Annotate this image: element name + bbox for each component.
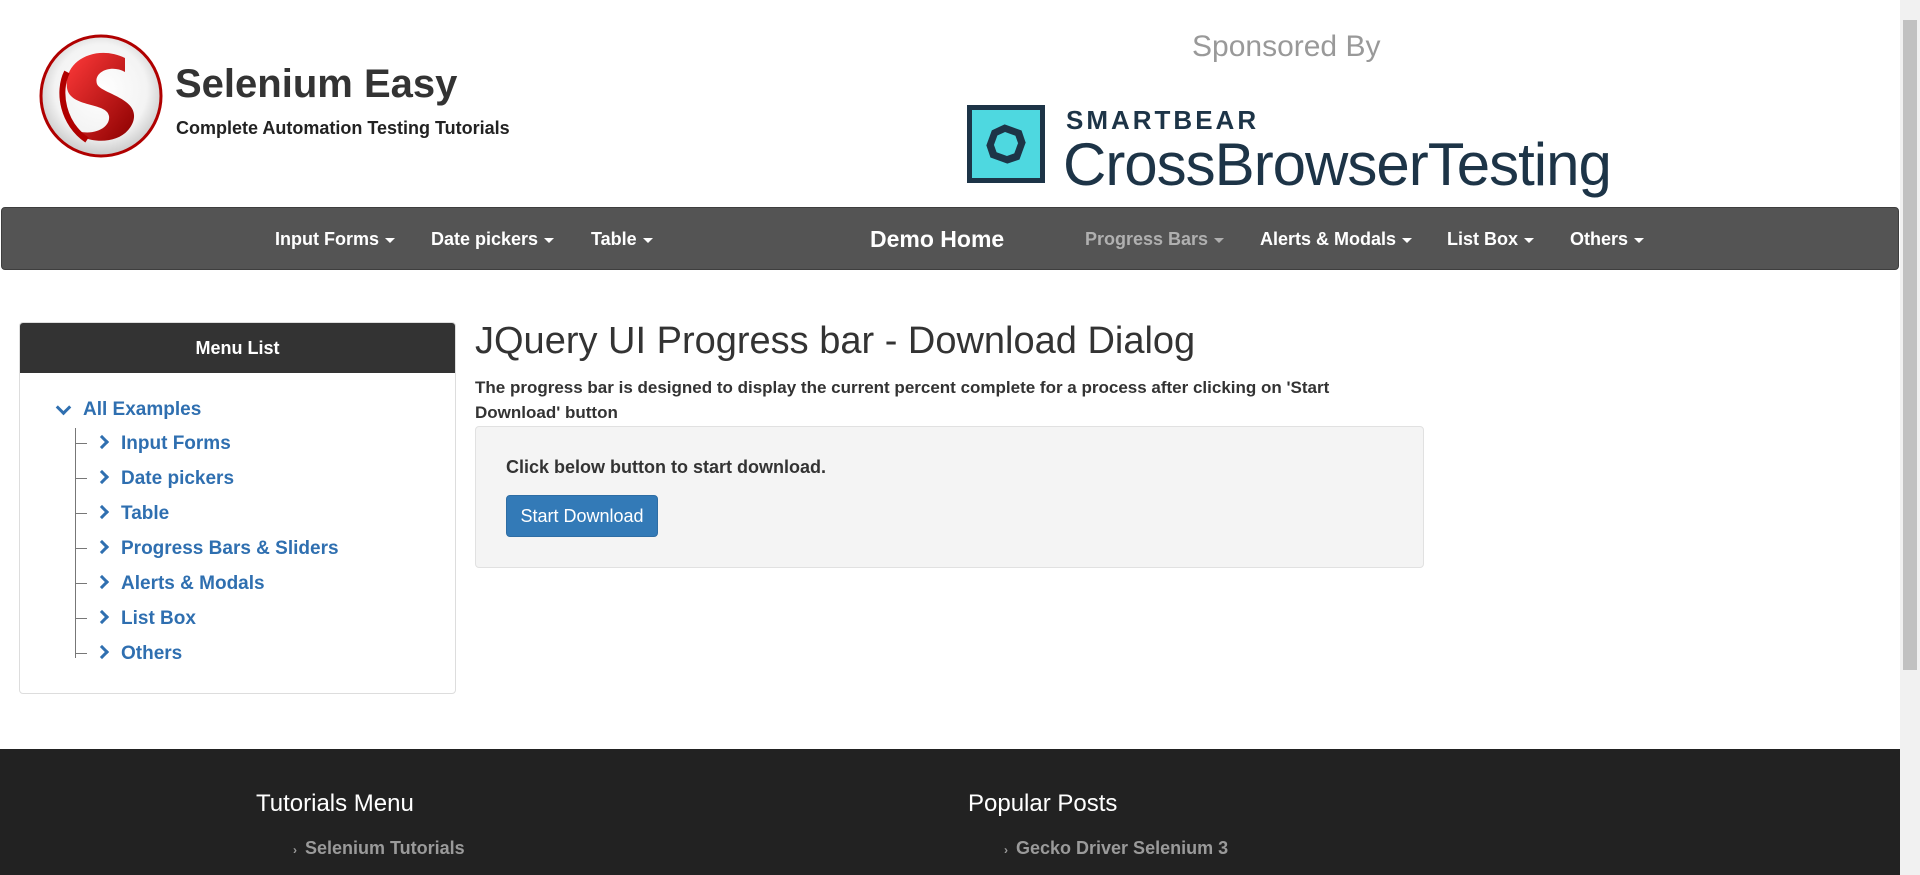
caret-down-icon [1214,237,1225,243]
chevron-down-icon [55,400,72,416]
nav-alerts-modals[interactable]: Alerts & Modals [1260,208,1413,271]
nav-demo-home[interactable]: Demo Home [870,208,1004,271]
download-instructions: Click below button to start download. [506,457,826,477]
brand-title[interactable]: Selenium Easy [175,62,457,107]
chevron-right-icon: › [293,843,297,857]
nav-table[interactable]: Table [591,208,653,271]
chevron-right-icon: › [1004,843,1008,857]
tree-item-others[interactable]: Others [75,643,182,665]
page-title: JQuery UI Progress bar - Download Dialog [475,320,1196,362]
caret-down-icon [642,237,653,243]
footer-popular-heading: Popular Posts [968,790,1118,817]
caret-down-icon [1402,237,1413,243]
footer-link-selenium-tutorials[interactable]: › Selenium Tutorials [293,838,465,859]
chevron-right-icon [94,645,110,660]
chevron-right-icon [94,505,110,520]
menu-list-title: Menu List [20,323,455,373]
caret-down-icon [385,237,395,243]
brand-subtitle: Complete Automation Testing Tutorials [176,118,510,138]
nav-others[interactable]: Others [1570,208,1645,271]
tree-root-all-examples[interactable]: All Examples [55,399,201,421]
tree-item-alerts-modals[interactable]: Alerts & Modals [75,573,265,595]
main-navbar: Input Forms Date pickers Table Demo Home… [1,207,1899,270]
sponsored-label: Sponsored By [1192,30,1381,63]
sponsor-product[interactable]: CrossBrowserTesting [1063,130,1612,199]
download-panel: Click below button to start download. St… [475,426,1424,568]
tree-item-date-pickers[interactable]: Date pickers [75,468,234,490]
caret-down-icon [544,237,555,243]
crossbrowsertesting-logo-icon[interactable] [966,104,1046,184]
caret-down-icon [1524,237,1535,243]
site-footer: Tutorials Menu › Selenium Tutorials Popul… [0,749,1900,875]
page-description: The progress bar is designed to display … [475,378,1330,422]
nav-date-pickers[interactable]: Date pickers [431,208,555,271]
chevron-right-icon [94,470,110,485]
footer-tutorials-heading: Tutorials Menu [256,790,414,817]
start-download-button[interactable]: Start Download [506,495,658,537]
nav-progress-bars[interactable]: Progress Bars [1085,208,1225,271]
chevron-right-icon [94,540,110,555]
nav-list-box[interactable]: List Box [1447,208,1535,271]
tree-item-progress-bars-sliders[interactable]: Progress Bars & Sliders [75,538,339,560]
page-scrollbar[interactable] [1900,0,1920,875]
chevron-right-icon [94,435,110,450]
scrollbar-thumb[interactable] [1903,20,1917,670]
selenium-easy-logo-icon[interactable] [37,32,165,160]
tree-item-table[interactable]: Table [75,503,169,525]
tree-item-list-box[interactable]: List Box [75,608,196,630]
caret-down-icon [1634,237,1645,243]
tree-item-input-forms[interactable]: Input Forms [75,433,231,455]
chevron-right-icon [94,575,110,590]
footer-link-gecko-driver[interactable]: › Gecko Driver Selenium 3 [1004,838,1228,859]
menu-list-panel: Menu List All Examples Input Forms Date … [19,322,456,694]
chevron-right-icon [94,610,110,625]
nav-input-forms[interactable]: Input Forms [275,208,395,271]
